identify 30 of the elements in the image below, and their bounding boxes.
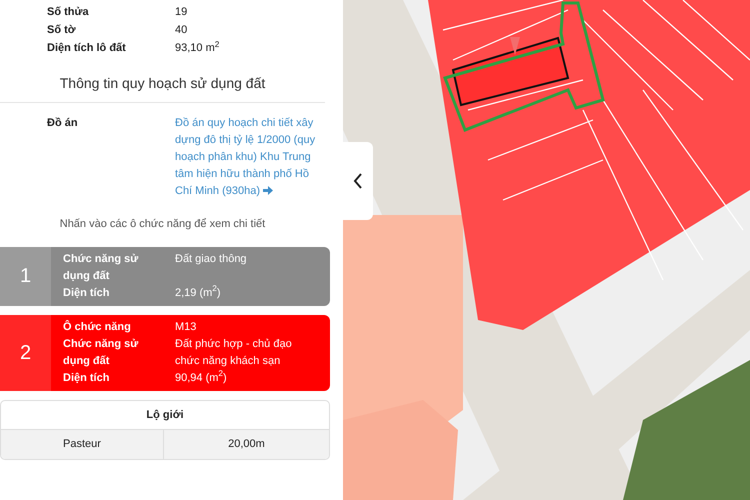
field-label: Diện tích xyxy=(63,286,110,300)
section-title: Thông tin quy hoạch sử dụng đất xyxy=(60,74,266,93)
hint-text: Nhấn vào các ô chức năng để xem chi tiết xyxy=(60,217,266,232)
field-label: Đồ án xyxy=(47,116,79,131)
field-value: 2,19 (m$^{2}$) xyxy=(175,284,222,300)
chevron-left-icon xyxy=(353,173,363,189)
field-value: Đất phức hợp - chủ đạo chức năng khách sạn xyxy=(175,336,293,368)
zone-number: 2 xyxy=(20,340,32,366)
field-value: 40 xyxy=(175,23,188,38)
project-link[interactable]: Đồ án quy hoạch chi tiết xây dựng đô thị tỷ lệ 1/2000 (quy hoạch phân khu) Khu Trung tâm hiện hữu thành phố Hồ Chí Minh (930ha) xyxy=(175,115,320,200)
field-value: M13 xyxy=(175,320,198,334)
zone-card[interactable]: 1 Chức năng sử dụng đất Đất giao thông Diện tích 2,19 (m$^{2}$) xyxy=(0,246,330,306)
table-cell: Pasteur xyxy=(1,430,164,458)
table-cell-text: 20,00m xyxy=(227,437,266,452)
zone-number: 1 xyxy=(20,264,32,289)
field-label: Chức năng sử dụng đất xyxy=(63,336,140,368)
field-value: 93,10 m$^{2}$ xyxy=(175,40,220,56)
field-label: Diện tích lô đất xyxy=(47,41,127,56)
field-value: 19 xyxy=(175,5,188,20)
field-value: Đất giao thông xyxy=(175,252,248,266)
field-label: Chức năng sử dụng đất xyxy=(63,252,140,284)
arrow-icon xyxy=(263,186,274,195)
field-value: 90,94 (m$^{2}$) xyxy=(175,370,228,386)
field-label: Số thửa xyxy=(47,5,90,20)
table-title: Lộ giới xyxy=(146,408,184,422)
field-label: Ô chức năng xyxy=(63,319,132,334)
field-label: Diện tích xyxy=(63,370,110,386)
collapse-button[interactable] xyxy=(343,142,373,220)
zone-card[interactable]: 2 Ô chức năng M13 Chức năng sử dụng đất Đất phức hợp - chủ đạo chức năng khách sạn Diện tích 90,94 (m$^{2}$) xyxy=(0,314,330,390)
field-label: Số tờ xyxy=(47,23,77,38)
